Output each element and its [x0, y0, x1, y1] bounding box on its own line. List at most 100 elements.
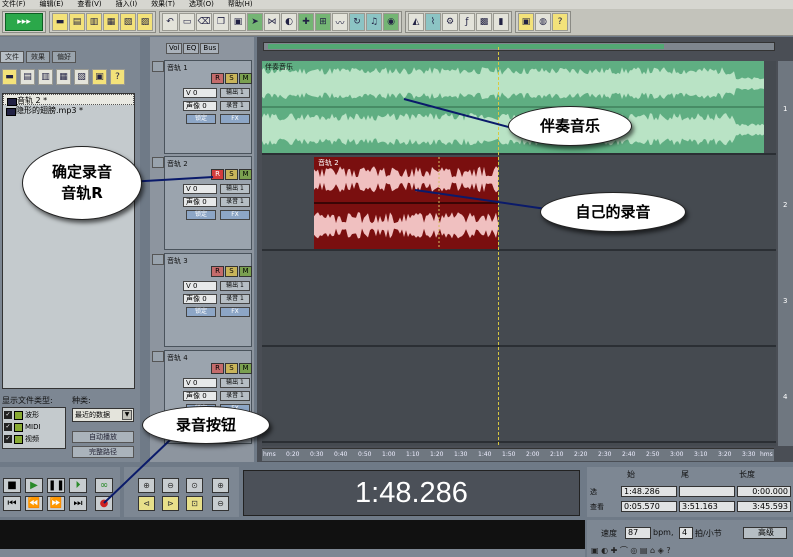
- checkbox-icon[interactable]: ✓: [4, 411, 12, 419]
- cd-icon[interactable]: ◉: [383, 13, 399, 31]
- pan-field[interactable]: 声像 0: [183, 101, 217, 111]
- meter-icon[interactable]: ▮: [493, 13, 509, 31]
- close-file-icon[interactable]: ▥: [38, 69, 53, 85]
- volume-field[interactable]: V 0: [183, 184, 217, 194]
- fx-icon[interactable]: ƒ: [459, 13, 475, 31]
- zoom-right-icon[interactable]: ⊳: [162, 496, 179, 511]
- output-button[interactable]: 输出 1: [220, 184, 250, 194]
- globe-icon[interactable]: ◍: [535, 13, 551, 31]
- view-icon[interactable]: ◭: [408, 13, 424, 31]
- hybrid-icon[interactable]: ◐: [281, 13, 297, 31]
- export-icon[interactable]: ▦: [103, 13, 119, 31]
- overview-range[interactable]: [268, 44, 664, 49]
- tab-eq[interactable]: EQ: [183, 43, 200, 54]
- filter-waveform[interactable]: ✓ 波形: [4, 409, 64, 421]
- close-icon[interactable]: ▨: [137, 13, 153, 31]
- menu-view[interactable]: 查看(V): [77, 0, 101, 9]
- edit-mode-button[interactable]: ▸▸▸: [5, 13, 43, 31]
- overview-bar[interactable]: [263, 42, 775, 51]
- input-button[interactable]: 录音 1: [220, 101, 250, 111]
- zoom-left-icon[interactable]: ⊲: [138, 496, 155, 511]
- open-icon[interactable]: ▬: [52, 13, 68, 31]
- output-button[interactable]: 输出 1: [220, 281, 250, 291]
- checkbox-icon[interactable]: ✓: [4, 435, 12, 443]
- record-arm-button[interactable]: R: [211, 363, 224, 374]
- record-button[interactable]: ●: [95, 496, 113, 511]
- zoom-out-vertical-icon[interactable]: ⊖: [212, 496, 229, 511]
- fx-button[interactable]: FX: [220, 210, 250, 220]
- file-help-icon[interactable]: ?: [110, 69, 125, 85]
- zoom-selection-icon[interactable]: ⊡: [186, 496, 203, 511]
- view-length-field[interactable]: 3:45.593: [737, 501, 791, 512]
- menu-options[interactable]: 选项(O): [189, 0, 214, 9]
- selection-length-field[interactable]: 0:00.000: [737, 486, 791, 497]
- track-lane-2[interactable]: 音轨 2: [262, 157, 776, 251]
- pan-field[interactable]: 声像 0: [183, 197, 217, 207]
- mute-button[interactable]: M: [239, 363, 252, 374]
- menu-edit[interactable]: 编辑(E): [40, 0, 64, 9]
- play-file-icon[interactable]: ▣: [92, 69, 107, 85]
- fx-button[interactable]: FX: [220, 114, 250, 124]
- time-select-icon[interactable]: ⋈: [264, 13, 280, 31]
- beats-field[interactable]: 4: [679, 527, 693, 539]
- tab-files[interactable]: 文件: [0, 51, 24, 63]
- view-start-field[interactable]: 0:05.570: [621, 501, 677, 512]
- solo-button[interactable]: S: [225, 363, 238, 374]
- zoom-full-icon[interactable]: ⊙: [186, 478, 203, 493]
- import-icon[interactable]: ▤: [20, 69, 35, 85]
- selection-start-field[interactable]: 1:48.286: [621, 486, 677, 497]
- move-icon[interactable]: ✚: [298, 13, 314, 31]
- zoom-out-horizontal-icon[interactable]: ⊖: [162, 478, 179, 493]
- track-lane-4[interactable]: [262, 349, 776, 443]
- list-item[interactable]: 隐形的翅膀.mp3 *: [3, 105, 134, 116]
- insert-session-icon[interactable]: ▦: [56, 69, 71, 85]
- menu-file[interactable]: 文件(F): [2, 0, 26, 9]
- play-to-end-button[interactable]: ⏵: [69, 478, 87, 493]
- mute-button[interactable]: M: [239, 266, 252, 277]
- lock-button[interactable]: 锁定: [186, 210, 216, 220]
- output-button[interactable]: 输出 1: [220, 378, 250, 388]
- save-icon[interactable]: ▤: [69, 13, 85, 31]
- loop-icon[interactable]: ↻: [349, 13, 365, 31]
- volume-field[interactable]: V 0: [183, 88, 217, 98]
- lock-button[interactable]: 锁定: [186, 307, 216, 317]
- zoom-in-horizontal-icon[interactable]: ⊕: [138, 478, 155, 493]
- play-button[interactable]: ▶: [25, 478, 43, 493]
- time-ruler[interactable]: hms 0:20 0:30 0:40 0:50 1:00 1:10 1:20 1:30 1:40 1…: [262, 448, 774, 461]
- paste-icon[interactable]: ▣: [230, 13, 246, 31]
- stop-button[interactable]: ■: [3, 478, 21, 493]
- tab-bus[interactable]: Bus: [200, 43, 220, 54]
- delete-icon[interactable]: ⌫: [196, 13, 212, 31]
- playhead-cursor[interactable]: [498, 47, 499, 445]
- menu-help[interactable]: 帮助(H): [228, 0, 253, 9]
- chevron-down-icon[interactable]: ▼: [122, 410, 132, 420]
- snap-icon[interactable]: ⊞: [315, 13, 331, 31]
- tab-effects[interactable]: 效果: [26, 51, 50, 63]
- save-as-icon[interactable]: ▥: [86, 13, 102, 31]
- video-icon[interactable]: ▣: [518, 13, 534, 31]
- go-to-start-button[interactable]: ⏮: [3, 496, 21, 511]
- tab-favorites[interactable]: 偏好: [52, 51, 76, 63]
- view-end-field[interactable]: 3:51.163: [679, 501, 735, 512]
- pan-field[interactable]: 声像 0: [183, 294, 217, 304]
- solo-button[interactable]: S: [225, 266, 238, 277]
- lock-button[interactable]: 锁定: [186, 114, 216, 124]
- fx-button[interactable]: FX: [220, 307, 250, 317]
- tab-vol[interactable]: Vol: [166, 43, 183, 54]
- kind-select[interactable]: 最近的数据 ▼: [72, 408, 134, 422]
- cpu-icon[interactable]: ▩: [476, 13, 492, 31]
- mute-button[interactable]: M: [239, 169, 252, 180]
- undo-icon[interactable]: ↶: [162, 13, 178, 31]
- split-icon[interactable]: ➤: [247, 13, 263, 31]
- fast-forward-button[interactable]: ⏩: [47, 496, 65, 511]
- list-item[interactable]: 音轨 2 *: [3, 94, 134, 106]
- record-arm-button[interactable]: R: [211, 169, 224, 180]
- input-button[interactable]: 录音 1: [220, 391, 250, 401]
- rewind-button[interactable]: ⏪: [25, 496, 43, 511]
- filter-video[interactable]: ✓ 视频: [4, 433, 64, 445]
- solo-button[interactable]: S: [225, 169, 238, 180]
- zoom-in-vertical-icon[interactable]: ⊕: [212, 478, 229, 493]
- full-paths-button[interactable]: 完整路径: [72, 446, 134, 458]
- input-button[interactable]: 录音 1: [220, 294, 250, 304]
- selection-end-field[interactable]: [679, 486, 735, 497]
